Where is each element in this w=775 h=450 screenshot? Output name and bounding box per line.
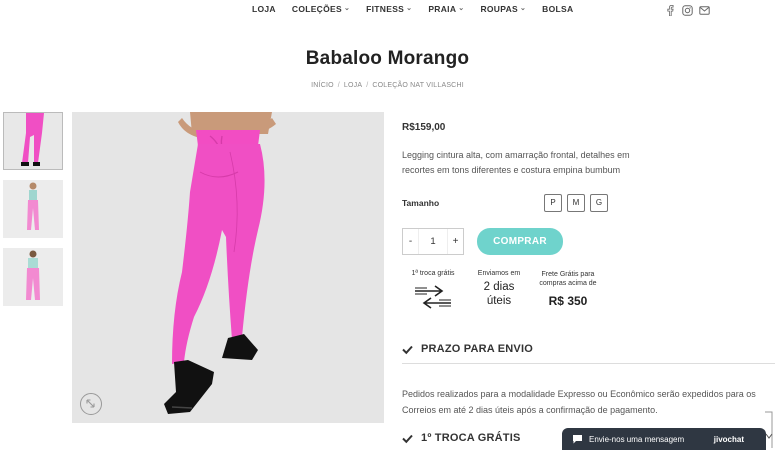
nav-item-fitness[interactable]: FITNESS ⌄ <box>366 4 412 14</box>
instagram-icon[interactable] <box>682 3 693 16</box>
check-icon <box>402 433 413 444</box>
main-menu: LOJA COLEÇÕES ⌄ FITNESS ⌄ PRAIA ⌄ ROUPAS ⌄ B… <box>252 4 573 14</box>
breadcrumb-shop[interactable]: LOJA <box>344 82 362 89</box>
size-label: Tamanho <box>402 198 440 208</box>
top-navigation: LOJA COLEÇÕES ⌄ FITNESS ⌄ PRAIA ⌄ ROUPAS ⌄ B… <box>0 0 775 20</box>
product-title: Babaloo Morango <box>305 48 470 69</box>
feature-free-shipping-value: R$ 350 <box>548 294 588 308</box>
check-icon <box>402 344 413 355</box>
chevron-down-icon: ⌄ <box>406 5 413 12</box>
accordion-shipping-time[interactable]: PRAZO PARA ENVIO <box>402 343 775 355</box>
nav-label: LOJA <box>252 4 276 14</box>
quantity-input[interactable] <box>418 229 448 254</box>
chat-widget[interactable]: Envie-nos uma mensagem jivochat <box>562 428 766 450</box>
accordion-shipping-text: Pedidos realizados para a modalidade Exp… <box>402 389 756 415</box>
zoom-button[interactable] <box>80 393 102 415</box>
size-option-g[interactable]: G <box>590 194 608 212</box>
thumbnail-3[interactable] <box>3 248 63 306</box>
product-info: R$159,00 Legging cintura alta, com amarr… <box>402 122 775 444</box>
nav-label: FITNESS <box>366 4 405 14</box>
breadcrumb-home[interactable]: INÍCIO <box>311 82 334 89</box>
size-options: P M G <box>544 194 608 212</box>
email-icon[interactable] <box>699 3 710 15</box>
chat-label: Envie-nos uma mensagem <box>589 434 685 444</box>
nav-label: ROUPAS <box>480 4 518 14</box>
feature-exchange-title: 1ª troca grátis <box>411 270 455 277</box>
breadcrumb-separator: / <box>366 82 369 89</box>
social-links <box>665 3 710 17</box>
nav-label: BOLSA <box>542 4 574 14</box>
feature-shipping-time: Enviamos em 2 dias úteis <box>470 270 528 308</box>
chevron-down-icon: ⌄ <box>520 5 527 12</box>
chevron-down-icon: ⌄ <box>458 5 465 12</box>
feature-shipping-value-1: 2 dias <box>483 281 515 293</box>
accordion-title: 1º TROCA GRÁTIS <box>421 432 521 444</box>
scrollbar[interactable] <box>762 410 775 450</box>
nav-item-roupas[interactable]: ROUPAS ⌄ <box>480 4 526 14</box>
exchange-arrows-icon <box>402 283 464 316</box>
breadcrumb-separator: / <box>337 82 340 89</box>
thumbnail-1[interactable] <box>3 112 63 170</box>
breadcrumb: INÍCIO / LOJA / COLEÇÃO NAT VILLASCHI <box>0 82 775 89</box>
chevron-down-icon: ⌄ <box>343 5 351 12</box>
thumbnail-2[interactable] <box>3 180 63 238</box>
size-option-m[interactable]: M <box>567 194 585 212</box>
feature-free-shipping-title: Frete Grátis para compras acima de <box>539 271 597 287</box>
product-main-image[interactable] <box>72 112 384 423</box>
quantity-decrease-button[interactable]: - <box>403 229 418 254</box>
chat-bubble-icon <box>572 434 583 444</box>
chat-brand-logo: jivochat <box>713 434 744 444</box>
size-option-p[interactable]: P <box>544 194 562 212</box>
facebook-icon[interactable] <box>665 3 676 17</box>
nav-item-colecoes[interactable]: COLEÇÕES ⌄ <box>292 4 350 14</box>
thumbnail-gallery <box>3 112 63 316</box>
nav-item-praia[interactable]: PRAIA ⌄ <box>428 4 464 14</box>
nav-item-loja[interactable]: LOJA <box>252 4 276 14</box>
nav-label: COLEÇÕES <box>291 4 342 14</box>
feature-shipping-title: Enviamos em <box>477 270 521 277</box>
feature-shipping-value-2: úteis <box>486 295 512 307</box>
nav-label: PRAIA <box>428 4 457 14</box>
buy-button[interactable]: COMPRAR <box>477 228 563 255</box>
nav-item-bolsa[interactable]: BOLSA <box>542 4 573 14</box>
product-description: Legging cintura alta, com amarração fron… <box>402 150 630 175</box>
features-row: 1ª troca grátis Enviamos em 2 dias úteis… <box>402 270 642 325</box>
accordion-divider <box>402 363 775 364</box>
feature-free-shipping: Frete Grátis para compras acima de R$ 35… <box>532 270 604 308</box>
breadcrumb-collection[interactable]: COLEÇÃO NAT VILLASCHI <box>372 82 463 89</box>
quantity-increase-button[interactable]: + <box>448 229 463 254</box>
quantity-stepper: - + <box>402 228 464 255</box>
feature-free-exchange: 1ª troca grátis <box>402 270 464 316</box>
accordion-title: PRAZO PARA ENVIO <box>421 343 533 355</box>
product-price: R$159,00 <box>402 122 446 133</box>
